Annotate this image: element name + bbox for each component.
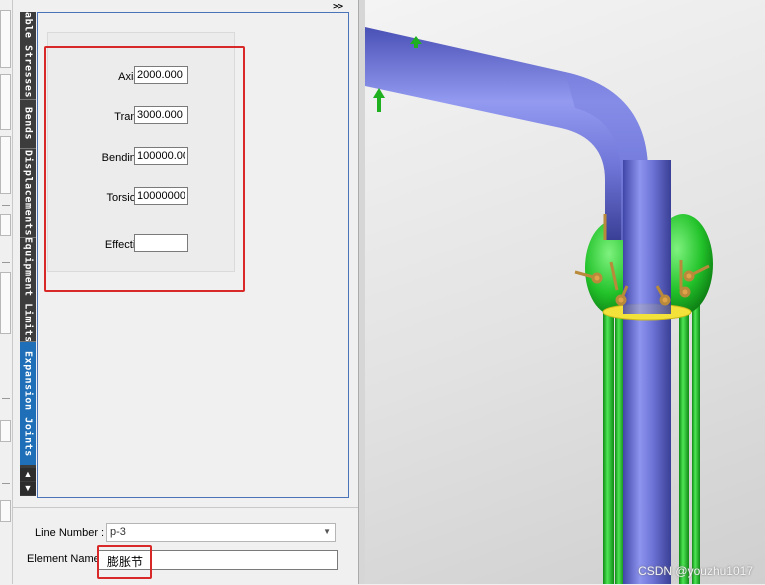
tab-scroll-down-button[interactable]: ▼ (20, 482, 36, 495)
edge-control[interactable] (0, 420, 11, 442)
edge-control[interactable] (0, 214, 11, 236)
edge-tick (2, 262, 10, 263)
edge-tick (2, 398, 10, 399)
vertical-tab-strip: able Stresses Bends Displacements Equipm… (20, 12, 36, 496)
support-rod[interactable] (603, 300, 614, 584)
tab-bends[interactable]: Bends (20, 100, 36, 149)
support-rod[interactable] (692, 296, 700, 584)
highlight-frame-element-name (97, 545, 152, 579)
support-rod[interactable] (679, 296, 689, 584)
edge-control[interactable] (0, 272, 11, 334)
edge-control[interactable] (0, 10, 11, 68)
element-name-label: Element Name (27, 553, 100, 565)
vertical-pipe[interactable] (623, 160, 671, 584)
tab-expansion-joints[interactable]: Expansion Joints (20, 342, 36, 465)
tab-displacements[interactable]: Displacements (20, 149, 36, 238)
watermark: CSDN @youzhu1017 (638, 564, 753, 578)
pipe-bend[interactable] (365, 27, 648, 240)
edge-tick (2, 483, 10, 484)
expand-panel-button[interactable]: >> (333, 2, 343, 12)
left-edge-strip (0, 0, 13, 584)
line-number-select[interactable]: p-3 ▼ (106, 523, 336, 542)
model-viewport[interactable]: CSDN @youzhu1017 (365, 0, 765, 584)
edge-control[interactable] (0, 500, 11, 522)
line-number-value: p-3 (110, 526, 126, 538)
edge-control[interactable] (0, 136, 11, 194)
tab-allowable-stresses[interactable]: able Stresses (20, 12, 36, 100)
chevron-down-icon[interactable]: ▼ (323, 527, 331, 536)
tab-equipment-limits[interactable]: Equipment Limits (20, 238, 36, 342)
support-rod[interactable] (615, 290, 624, 584)
highlight-frame-stiffness (44, 46, 245, 292)
model-3d-view[interactable] (365, 0, 765, 584)
line-number-label: Line Number : (35, 527, 105, 539)
edge-tick (2, 205, 10, 206)
tab-scroll-up-button[interactable]: ▲ (20, 468, 36, 481)
element-info-area: Line Number : p-3 ▼ Element Name 膨胀节 (13, 507, 358, 585)
edge-control[interactable] (0, 74, 11, 130)
